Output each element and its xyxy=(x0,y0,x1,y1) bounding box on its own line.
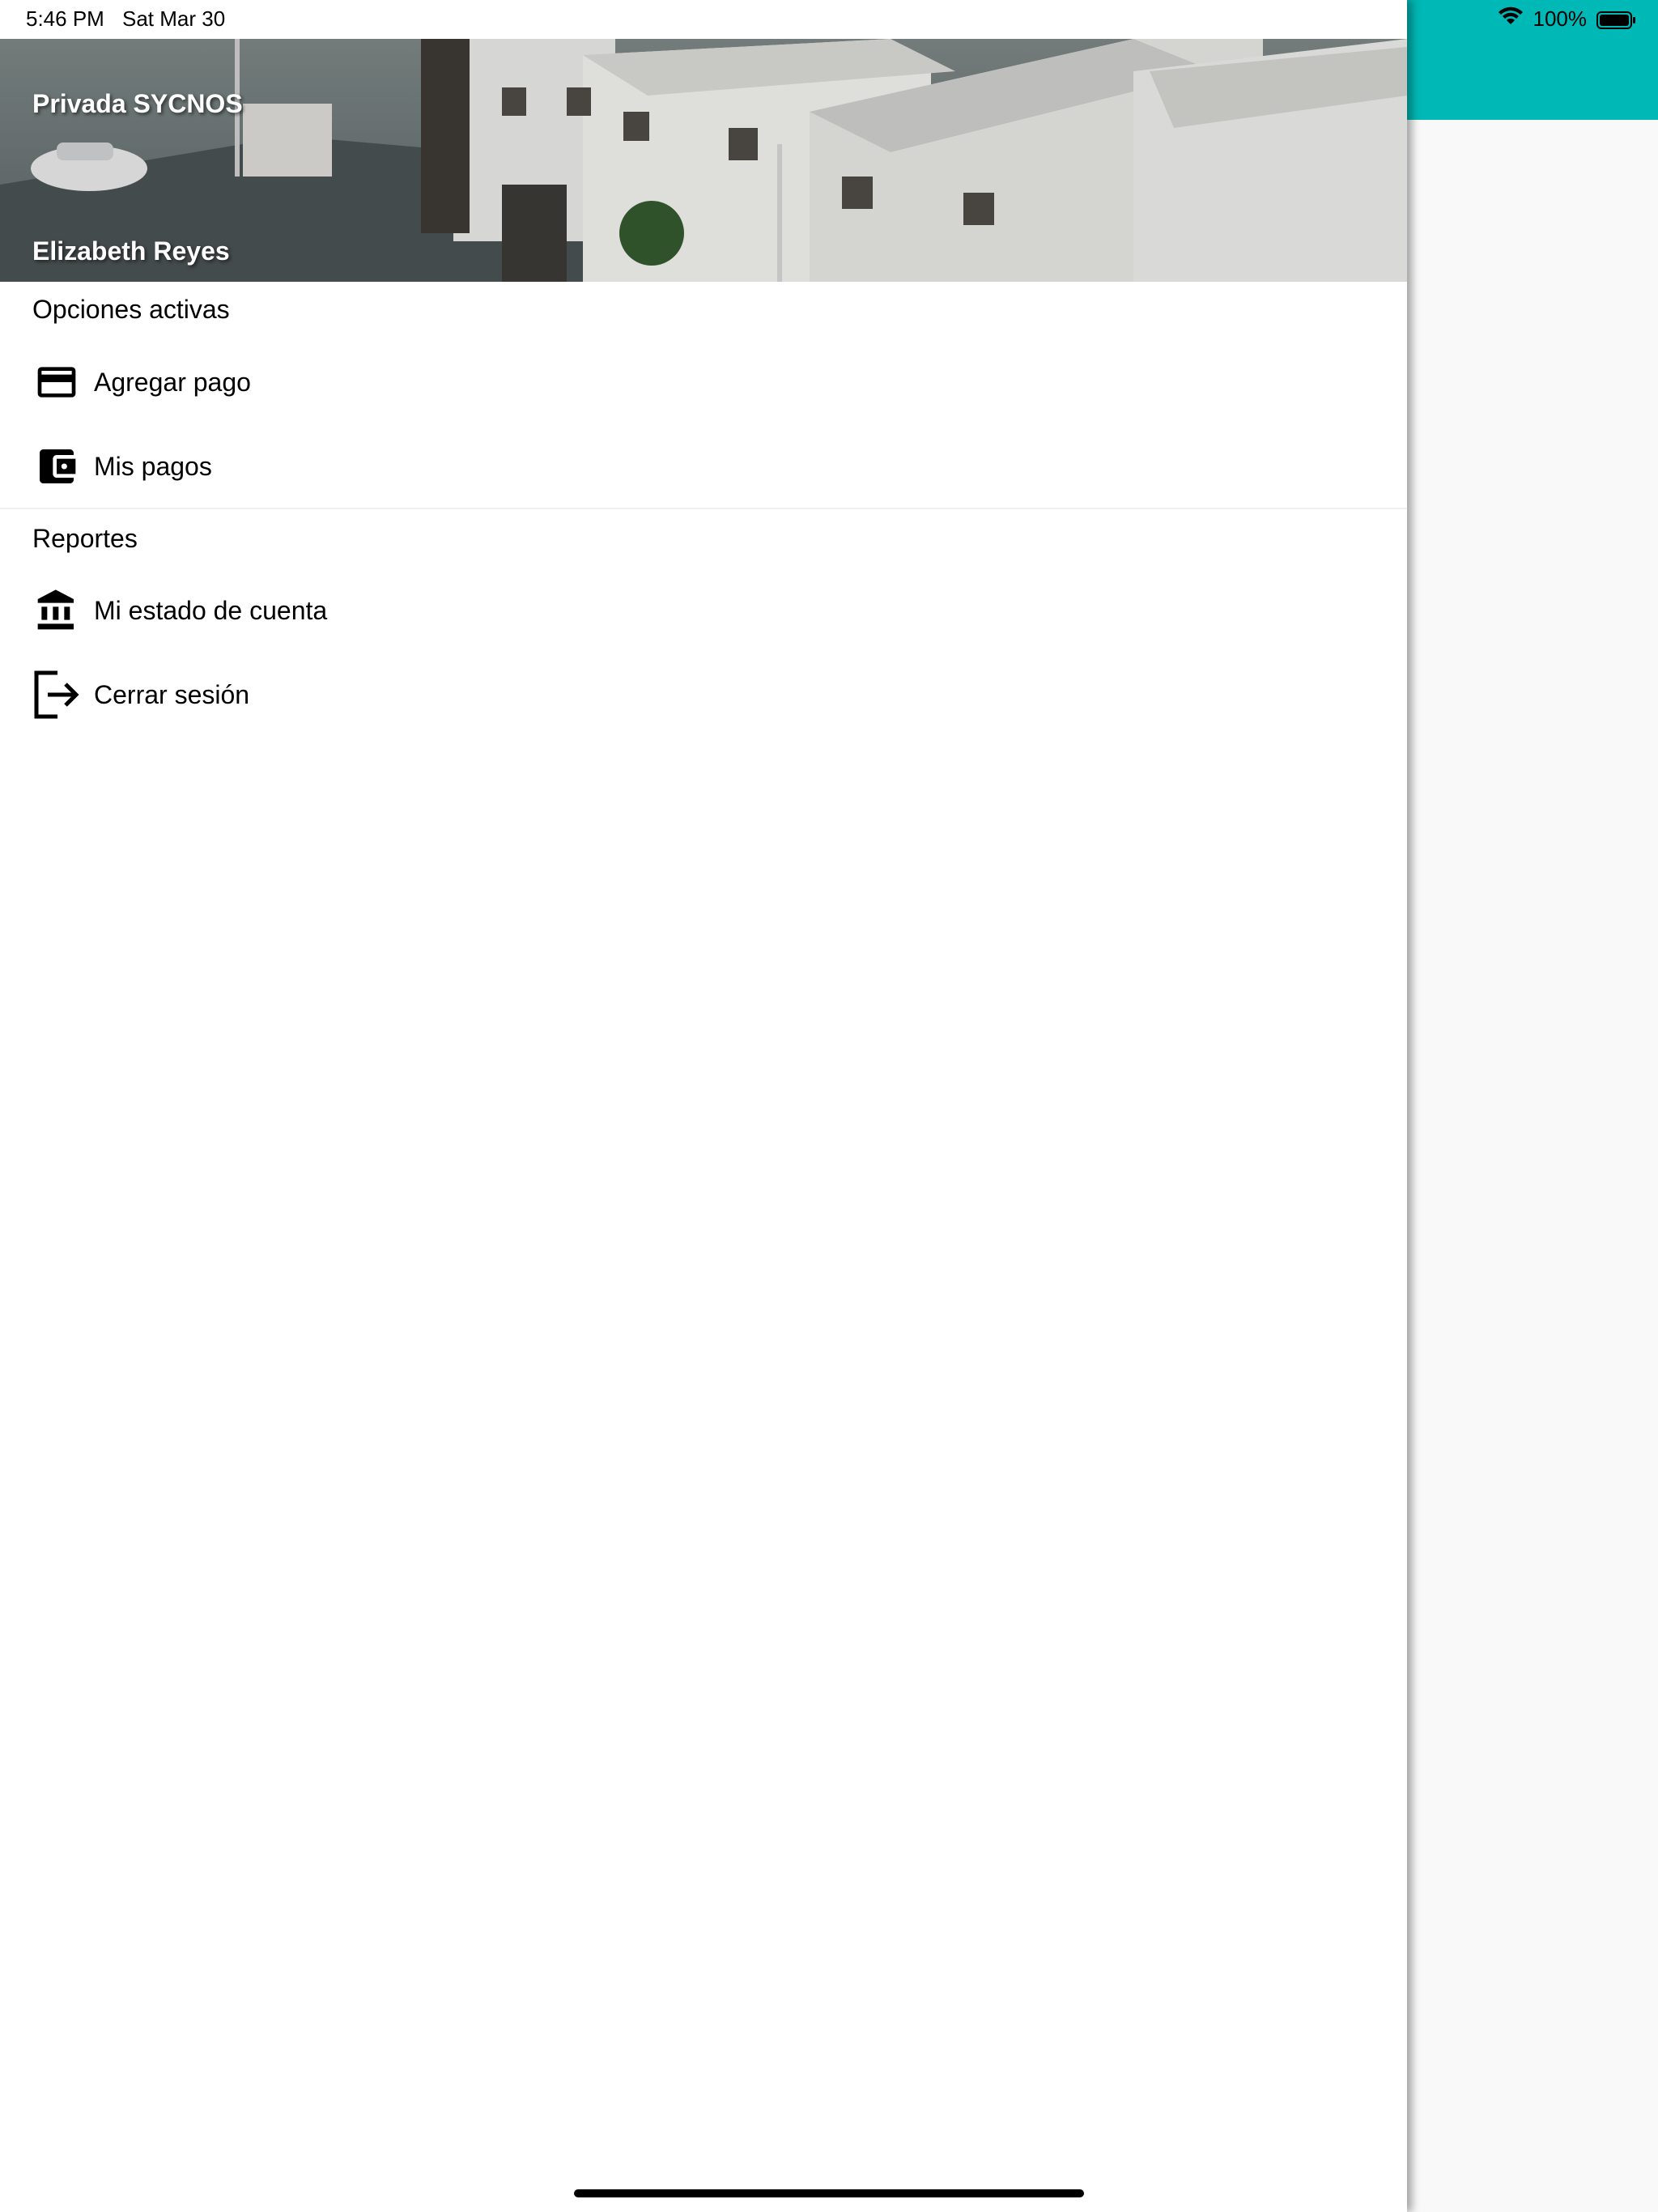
section-title-opciones-activas: Opciones activas xyxy=(32,295,230,324)
bank-icon xyxy=(32,586,81,635)
logout-icon xyxy=(32,670,81,719)
menu-item-cerrar-sesion[interactable]: Cerrar sesión xyxy=(0,653,1407,737)
home-indicator xyxy=(574,2189,1084,2197)
credit-card-icon xyxy=(32,358,81,406)
navigation-drawer: Privada SYCNOS Elizabeth Reyes Opciones … xyxy=(0,0,1407,2212)
status-bar: 5:46 PM Sat Mar 30 100% xyxy=(0,0,1658,39)
menu-item-mis-pagos[interactable]: Mis pagos xyxy=(0,424,1407,508)
menu-item-label: Mis pagos xyxy=(94,451,212,481)
wifi-icon xyxy=(1498,6,1524,32)
status-time: 5:46 PM xyxy=(26,6,104,31)
drawer-header: Privada SYCNOS Elizabeth Reyes xyxy=(0,39,1407,282)
menu-item-label: Mi estado de cuenta xyxy=(94,595,328,625)
menu-item-label: Agregar pago xyxy=(94,367,251,397)
menu-item-mi-estado-de-cuenta[interactable]: Mi estado de cuenta xyxy=(0,568,1407,653)
menu-item-agregar-pago[interactable]: Agregar pago xyxy=(0,340,1407,424)
battery-percentage: 100% xyxy=(1533,6,1588,31)
menu-item-label: Cerrar sesión xyxy=(94,679,250,709)
section-divider xyxy=(0,508,1407,509)
battery-icon xyxy=(1596,11,1635,29)
community-name: Privada SYCNOS xyxy=(32,89,243,118)
user-name: Elizabeth Reyes xyxy=(32,236,230,266)
section-title-reportes: Reportes xyxy=(32,524,138,553)
status-date: Sat Mar 30 xyxy=(122,6,226,31)
wallet-icon xyxy=(32,442,81,491)
